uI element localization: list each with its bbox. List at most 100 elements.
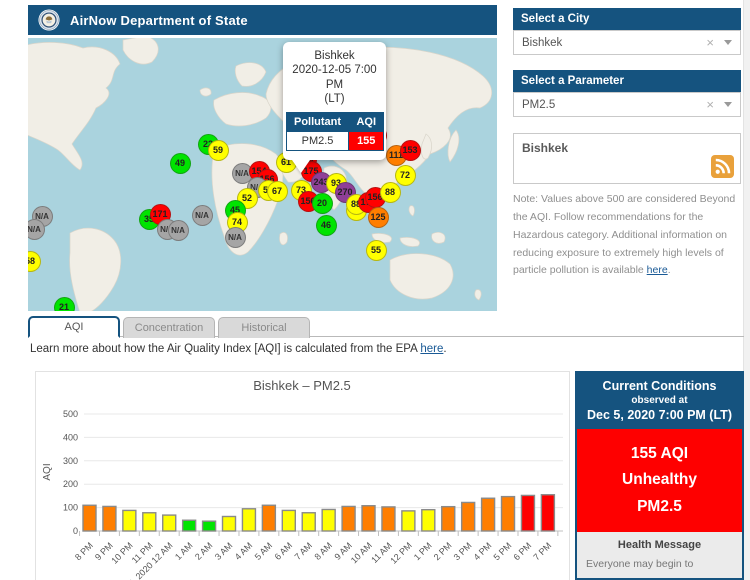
chart-bar[interactable] [203, 521, 216, 531]
chart-x-label: 5 PM [492, 540, 514, 562]
app-header: AirNow Department of State [28, 5, 497, 35]
chart-bar[interactable] [342, 506, 355, 531]
chart-x-label: 4 AM [233, 540, 255, 562]
popup-aqi-value: 155 [349, 131, 384, 150]
popup-table: Pollutant AQI PM2.5 155 [286, 112, 384, 151]
chart-x-label: 3 AM [213, 540, 235, 562]
tab-concentration[interactable]: Concentration [123, 317, 215, 338]
map-marker[interactable]: 20 [312, 193, 333, 214]
map-marker[interactable]: 153 [400, 140, 421, 161]
map-marker[interactable]: 67 [267, 181, 288, 202]
chart-bar[interactable] [541, 495, 554, 531]
chart-bar[interactable] [83, 505, 96, 531]
city-select-box: Select a City Bishkek × [513, 8, 741, 55]
learn-more-suffix: . [443, 343, 446, 355]
health-message-title: Health Message [586, 539, 733, 551]
app-title: AirNow Department of State [70, 13, 248, 28]
city-select-value: Bishkek [522, 37, 562, 49]
map-marker[interactable]: 59 [208, 140, 229, 161]
map-marker[interactable]: N/A [168, 220, 189, 241]
map-marker[interactable]: 55 [366, 240, 387, 261]
note-here-link[interactable]: here [647, 264, 668, 276]
chart-bar[interactable] [242, 509, 255, 531]
popup-timezone: (LT) [286, 92, 383, 106]
learn-more-here-link[interactable]: here [420, 343, 443, 355]
popup-col-pollutant: Pollutant [287, 112, 349, 131]
map-marker[interactable]: 49 [170, 153, 191, 174]
learn-more-prefix: Learn more about how the Air Quality Ind… [30, 343, 420, 355]
clear-icon[interactable]: × [706, 36, 714, 49]
chart-x-label: 5 AM [253, 540, 275, 562]
chart-bar[interactable] [362, 506, 375, 531]
chart-bar[interactable] [422, 510, 435, 531]
svg-text:0: 0 [73, 526, 78, 536]
chevron-down-icon[interactable] [724, 102, 732, 107]
svg-text:400: 400 [63, 432, 78, 442]
chart-title: Bishkek – PM2.5 [253, 378, 351, 393]
page-scroll-gutter[interactable] [743, 0, 750, 580]
chart-x-label: 8 AM [312, 540, 334, 562]
chart-y-axis-label: AQI [42, 463, 53, 480]
current-conditions-subtitle: observed at [581, 395, 738, 406]
chart-bar[interactable] [163, 515, 176, 531]
popup-city: Bishkek [286, 49, 383, 63]
map-marker[interactable]: 72 [395, 165, 416, 186]
map-marker[interactable]: 125 [368, 207, 389, 228]
map-marker[interactable]: N/A [225, 227, 246, 248]
chart-bar[interactable] [223, 516, 236, 531]
chart-bar[interactable] [103, 506, 116, 531]
note-suffix: . [668, 264, 671, 276]
chart-x-label: 7 PM [531, 540, 553, 562]
chart-bar[interactable] [143, 513, 156, 531]
current-conditions-panel: Current Conditions observed at Dec 5, 20… [575, 371, 744, 580]
health-message-section: Health Message Everyone may begin to exp… [577, 532, 742, 580]
world-aqi-map[interactable]: N/AN/A582149225935171N/AN/AN/AN/A154156N… [28, 38, 497, 311]
chart-x-label: 3 PM [452, 540, 474, 562]
chart-bar[interactable] [262, 505, 275, 531]
chart-bar[interactable] [302, 513, 315, 531]
chart-bar[interactable] [462, 502, 475, 531]
note-text: Note: Values above 500 are considered Be… [513, 193, 735, 276]
chart-bar[interactable] [382, 507, 395, 531]
chart-x-label: 2 AM [193, 540, 215, 562]
aqi-note: Note: Values above 500 are considered Be… [513, 191, 742, 280]
map-marker[interactable]: N/A [28, 219, 45, 240]
chart-x-label: 10 PM [109, 540, 134, 565]
rss-icon[interactable] [711, 155, 734, 178]
chart-bar[interactable] [322, 509, 335, 531]
map-marker[interactable]: 46 [316, 215, 337, 236]
chart-bar[interactable] [442, 507, 455, 531]
current-aqi-category: Unhealthy [581, 467, 738, 493]
chart-x-label: 6 AM [273, 540, 295, 562]
chart-bar[interactable] [521, 495, 534, 531]
chart-bar[interactable] [502, 497, 515, 531]
chart-x-label: 6 PM [511, 540, 533, 562]
map-popup: Bishkek 2020-12-05 7:00 PM (LT) Pollutan… [283, 42, 386, 160]
popup-pollutant-value: PM2.5 [287, 131, 349, 150]
chart-bar[interactable] [123, 510, 136, 531]
chart-bar[interactable] [482, 498, 495, 531]
svg-text:200: 200 [63, 479, 78, 489]
chart-bar[interactable] [183, 520, 196, 531]
rss-feed-box: Bishkek [513, 133, 741, 184]
map-marker[interactable]: 21 [54, 297, 75, 312]
clear-icon[interactable]: × [706, 98, 714, 111]
svg-text:100: 100 [63, 503, 78, 513]
tab-aqi[interactable]: AQI [28, 316, 120, 338]
chart-x-label: 12 PM [388, 540, 413, 565]
learn-more-text: Learn more about how the Air Quality Ind… [30, 343, 447, 355]
map-marker[interactable]: 88 [380, 182, 401, 203]
tab-historical[interactable]: Historical [218, 317, 310, 338]
chart-x-label: 10 AM [349, 540, 374, 565]
map-marker[interactable]: N/A [192, 205, 213, 226]
rss-feed-title: Bishkek [522, 141, 568, 155]
chart-bar[interactable] [282, 510, 295, 531]
parameter-select[interactable]: PM2.5 × [513, 92, 741, 117]
chart-bar[interactable] [402, 511, 415, 531]
aqi-bar-chart: 01002003004005008 PM9 PM10 PM11 PMDec 5,… [35, 371, 570, 580]
current-conditions-title: Current Conditions [581, 379, 738, 393]
current-aqi-value: 155 AQI [581, 441, 738, 467]
city-select[interactable]: Bishkek × [513, 30, 741, 55]
state-department-seal-icon [38, 9, 60, 31]
chevron-down-icon[interactable] [724, 40, 732, 45]
